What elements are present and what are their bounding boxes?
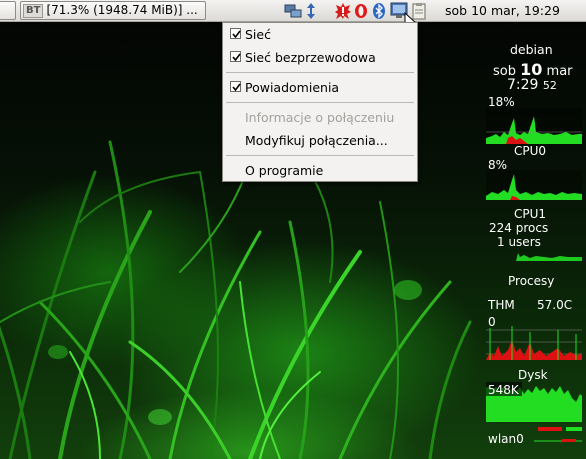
menu-item-label: Sieć bezprzewodowa bbox=[245, 50, 376, 65]
network-transfer-icon[interactable] bbox=[284, 2, 302, 20]
menu-item-label: Sieć bbox=[245, 27, 271, 42]
opera-icon[interactable] bbox=[352, 2, 370, 20]
time-value: 7:29 bbox=[507, 77, 539, 93]
network-graph bbox=[534, 439, 582, 442]
cpu0-label: CPU0 bbox=[514, 144, 547, 158]
bluetooth-icon[interactable] bbox=[370, 2, 388, 20]
checkbox-checked-icon[interactable] bbox=[230, 81, 241, 92]
menu-separator bbox=[226, 72, 414, 73]
update-alert-icon[interactable] bbox=[334, 2, 352, 20]
temperature-graph bbox=[486, 326, 582, 360]
menu-item-label: Informacje o połączeniu bbox=[245, 110, 395, 125]
procs-count: 224 procs bbox=[489, 221, 549, 235]
time-line: 7:29 52 bbox=[507, 77, 557, 93]
menu-item-label: O programie bbox=[245, 163, 324, 178]
menu-item-siec[interactable]: Sieć bbox=[223, 24, 417, 46]
disk-label: Dysk bbox=[518, 368, 548, 382]
cpu1-label: CPU1 bbox=[514, 207, 547, 221]
top-panel: BT [71.3% (1948.74 MiB)] ... sob 10 mar, … bbox=[0, 0, 586, 22]
time-seconds: 52 bbox=[542, 79, 557, 92]
volume-arrows-icon[interactable] bbox=[302, 2, 320, 20]
cpu-total-percent: 18% bbox=[488, 95, 515, 109]
cpu0-graph bbox=[486, 170, 582, 200]
menu-item-o-programie[interactable]: O programie bbox=[223, 160, 417, 182]
menu-item-modyfikuj-polaczenia[interactable]: Modyfikuj połączenia... bbox=[223, 130, 417, 152]
menu-item-siec-bezprzewodowa[interactable]: Sieć bezprzewodowa bbox=[223, 47, 417, 69]
disk-activity-strip bbox=[538, 427, 582, 431]
menu-item-powiadomienia[interactable]: Powiadomienia bbox=[223, 77, 417, 99]
network-applet-menu: Sieć Sieć bezprzewodowa Powiadomienia In… bbox=[222, 22, 418, 182]
taskbar-button-window-2[interactable]: BT [71.3% (1948.74 MiB)] ... bbox=[20, 1, 206, 20]
cpu-total-graph bbox=[486, 108, 582, 144]
menu-item-label: Modyfikuj połączenia... bbox=[245, 133, 388, 148]
checkbox-checked-icon[interactable] bbox=[230, 51, 241, 62]
thm-value: 57.0C bbox=[537, 298, 573, 312]
thm-label: THM bbox=[488, 298, 515, 312]
menu-separator bbox=[226, 102, 414, 103]
disk-value: 548K bbox=[488, 383, 519, 397]
menu-separator bbox=[226, 155, 414, 156]
taskbar-button-window-1[interactable] bbox=[0, 1, 16, 20]
procesy-label: Procesy bbox=[508, 274, 555, 288]
network-interface-label: wlan0 bbox=[488, 432, 524, 446]
panel-clock[interactable]: sob 10 mar, 19:29 bbox=[445, 0, 560, 22]
checkbox-checked-icon[interactable] bbox=[230, 28, 241, 39]
menu-item-label: Powiadomienia bbox=[245, 80, 340, 95]
cpu1-graph bbox=[516, 253, 582, 261]
menu-item-informacje-o-polaczeniu: Informacje o połączeniu bbox=[223, 107, 417, 129]
taskbar-button-label: [71.3% (1948.74 MiB)] ... bbox=[46, 3, 198, 17]
bt-app-icon: BT bbox=[23, 4, 44, 18]
hostname: debian bbox=[510, 42, 553, 57]
